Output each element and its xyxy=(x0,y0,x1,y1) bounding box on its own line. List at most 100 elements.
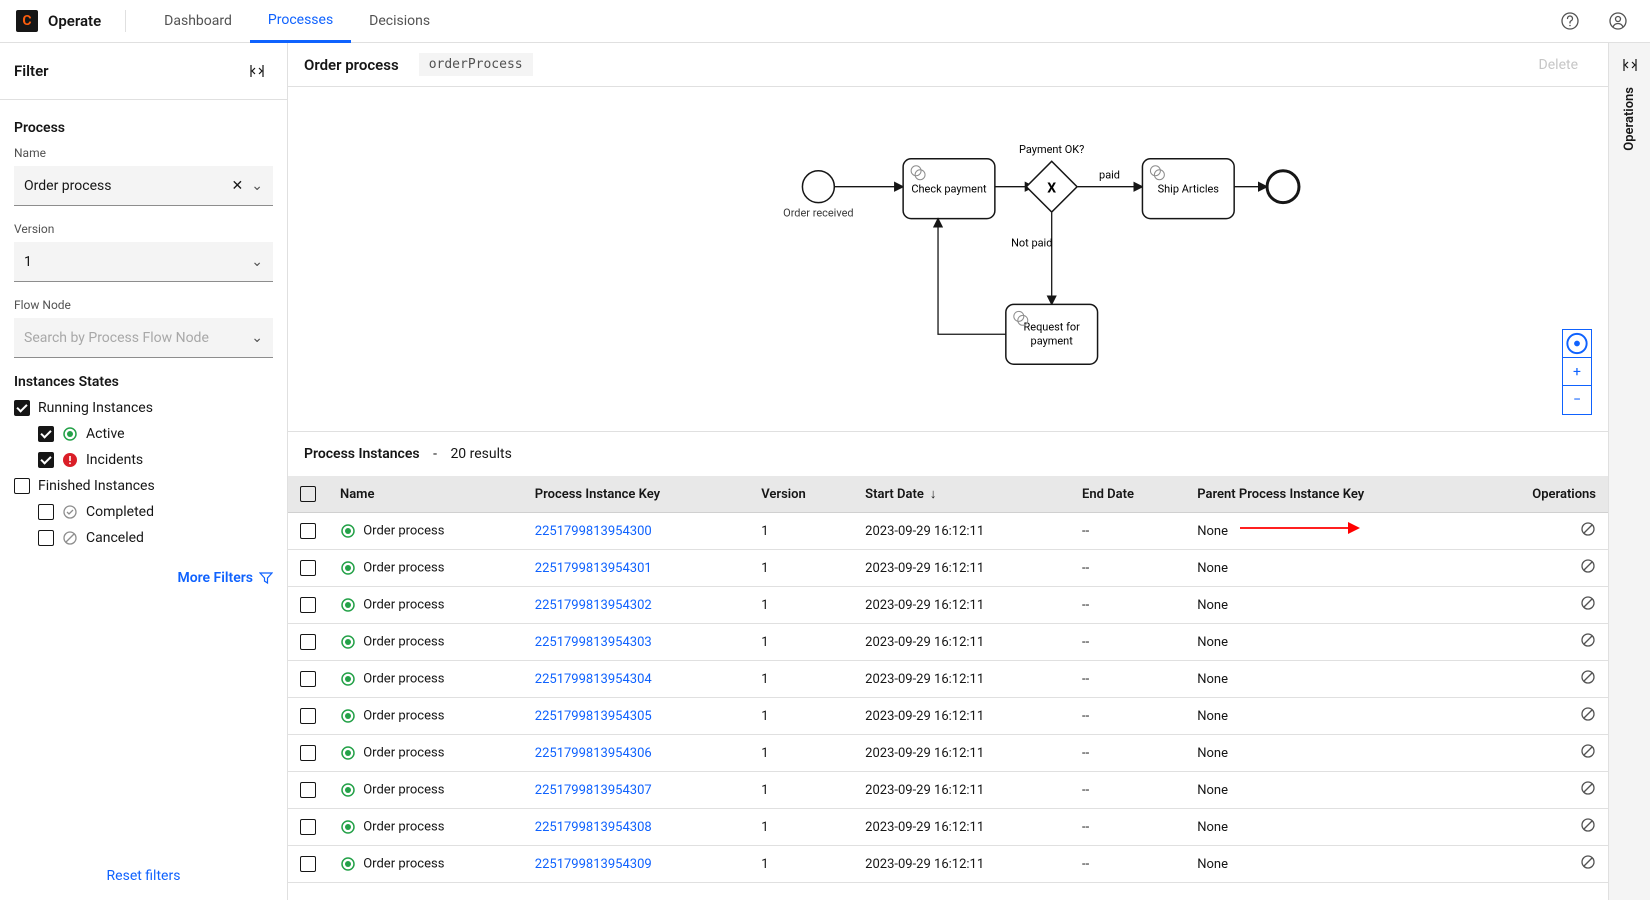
diagram-start-label: Order received xyxy=(783,207,853,220)
process-id-tag: orderProcess xyxy=(419,53,533,76)
row-start: 2023-09-29 16:12:11 xyxy=(853,735,1070,772)
row-parent: None xyxy=(1185,661,1475,698)
table-row: Order process225179981395430112023-09-29… xyxy=(288,550,1608,587)
cancel-instance-icon[interactable] xyxy=(1580,637,1596,652)
more-filters-button[interactable]: More Filters xyxy=(14,570,273,586)
row-end: -- xyxy=(1070,772,1185,809)
row-checkbox[interactable] xyxy=(300,560,316,576)
row-checkbox[interactable] xyxy=(300,856,316,872)
cancel-instance-icon[interactable] xyxy=(1580,600,1596,615)
active-state-icon xyxy=(340,856,356,872)
instance-key-link[interactable]: 2251799813954302 xyxy=(535,598,652,613)
cancel-instance-icon[interactable] xyxy=(1580,748,1596,763)
bpmn-diagram[interactable]: Order received Check payment X Payment O… xyxy=(288,87,1608,432)
row-name: Order process xyxy=(363,708,444,723)
row-checkbox[interactable] xyxy=(300,597,316,613)
instance-key-link[interactable]: 2251799813954306 xyxy=(535,746,652,761)
version-value: 1 xyxy=(24,254,251,270)
user-icon[interactable] xyxy=(1602,5,1634,37)
app-logo: C xyxy=(16,10,38,32)
nav-processes[interactable]: Processes xyxy=(250,0,351,43)
active-label: Active xyxy=(86,426,125,442)
cancel-instance-icon[interactable] xyxy=(1580,785,1596,800)
svg-text:payment: payment xyxy=(1031,334,1074,347)
flownode-select[interactable]: Search by Process Flow Node ⌄ xyxy=(14,318,273,358)
row-name: Order process xyxy=(363,523,444,538)
col-start[interactable]: Start Date↓ xyxy=(853,476,1070,513)
running-checkbox[interactable] xyxy=(14,400,30,416)
row-version: 1 xyxy=(749,587,853,624)
instance-key-link[interactable]: 2251799813954308 xyxy=(535,820,652,835)
active-checkbox[interactable] xyxy=(38,426,54,442)
row-parent: None xyxy=(1185,809,1475,846)
row-name: Order process xyxy=(363,560,444,575)
row-checkbox[interactable] xyxy=(300,708,316,724)
row-end: -- xyxy=(1070,698,1185,735)
col-end[interactable]: End Date xyxy=(1070,476,1185,513)
row-checkbox[interactable] xyxy=(300,634,316,650)
table-row: Order process225179981395430012023-09-29… xyxy=(288,513,1608,550)
row-checkbox[interactable] xyxy=(300,523,316,539)
col-version[interactable]: Version xyxy=(749,476,853,513)
cancel-instance-icon[interactable] xyxy=(1580,859,1596,874)
row-checkbox[interactable] xyxy=(300,671,316,687)
row-end: -- xyxy=(1070,513,1185,550)
row-version: 1 xyxy=(749,661,853,698)
instance-key-link[interactable]: 2251799813954305 xyxy=(535,709,652,724)
zoom-in-icon[interactable]: + xyxy=(1563,358,1591,386)
table-count: 20 results xyxy=(450,446,511,462)
row-checkbox[interactable] xyxy=(300,745,316,761)
canceled-checkbox[interactable] xyxy=(38,530,54,546)
row-start: 2023-09-29 16:12:11 xyxy=(853,550,1070,587)
zoom-out-icon[interactable]: − xyxy=(1563,386,1591,414)
col-key[interactable]: Process Instance Key xyxy=(523,476,749,513)
nav-dashboard[interactable]: Dashboard xyxy=(146,0,250,43)
row-checkbox[interactable] xyxy=(300,819,316,835)
select-all-checkbox[interactable] xyxy=(300,486,316,502)
filter-icon xyxy=(259,571,273,585)
row-end: -- xyxy=(1070,587,1185,624)
cancel-instance-icon[interactable] xyxy=(1580,526,1596,541)
row-parent: None xyxy=(1185,698,1475,735)
row-parent: None xyxy=(1185,587,1475,624)
row-end: -- xyxy=(1070,550,1185,587)
svg-text:Request for: Request for xyxy=(1024,320,1081,333)
incidents-checkbox[interactable] xyxy=(38,452,54,468)
cancel-instance-icon[interactable] xyxy=(1580,674,1596,689)
table-row: Order process225179981395430812023-09-29… xyxy=(288,809,1608,846)
row-name: Order process xyxy=(363,671,444,686)
finished-checkbox[interactable] xyxy=(14,478,30,494)
cancel-instance-icon[interactable] xyxy=(1580,563,1596,578)
row-version: 1 xyxy=(749,846,853,883)
instance-key-link[interactable]: 2251799813954309 xyxy=(535,857,652,872)
nav-decisions[interactable]: Decisions xyxy=(351,0,448,43)
instance-key-link[interactable]: 2251799813954301 xyxy=(535,561,652,576)
row-checkbox[interactable] xyxy=(300,782,316,798)
row-name: Order process xyxy=(363,597,444,612)
instance-key-link[interactable]: 2251799813954304 xyxy=(535,672,652,687)
completed-checkbox[interactable] xyxy=(38,504,54,520)
instance-key-link[interactable]: 2251799813954303 xyxy=(535,635,652,650)
instance-key-link[interactable]: 2251799813954300 xyxy=(535,524,652,539)
chevron-down-icon: ⌄ xyxy=(251,178,263,194)
row-name: Order process xyxy=(363,856,444,871)
row-start: 2023-09-29 16:12:11 xyxy=(853,698,1070,735)
diagram-paid-label: paid xyxy=(1099,169,1120,182)
expand-panel-icon[interactable] xyxy=(1622,57,1638,73)
col-parent[interactable]: Parent Process Instance Key xyxy=(1185,476,1475,513)
col-name[interactable]: Name xyxy=(328,476,523,513)
zoom-reset-icon[interactable] xyxy=(1563,330,1591,358)
collapse-sidebar-icon[interactable] xyxy=(241,55,273,87)
active-state-icon xyxy=(340,523,356,539)
help-icon[interactable] xyxy=(1554,5,1586,37)
cancel-instance-icon[interactable] xyxy=(1580,711,1596,726)
operations-panel[interactable]: Operations xyxy=(1608,43,1650,900)
cancel-instance-icon[interactable] xyxy=(1580,822,1596,837)
table-row: Order process225179981395430712023-09-29… xyxy=(288,772,1608,809)
reset-filters-button[interactable]: Reset filters xyxy=(0,852,287,900)
process-name-select[interactable]: Order process ✕ ⌄ xyxy=(14,166,273,206)
instance-key-link[interactable]: 2251799813954307 xyxy=(535,783,652,798)
row-start: 2023-09-29 16:12:11 xyxy=(853,513,1070,550)
version-select[interactable]: 1 ⌄ xyxy=(14,242,273,282)
clear-name-icon[interactable]: ✕ xyxy=(232,178,244,194)
